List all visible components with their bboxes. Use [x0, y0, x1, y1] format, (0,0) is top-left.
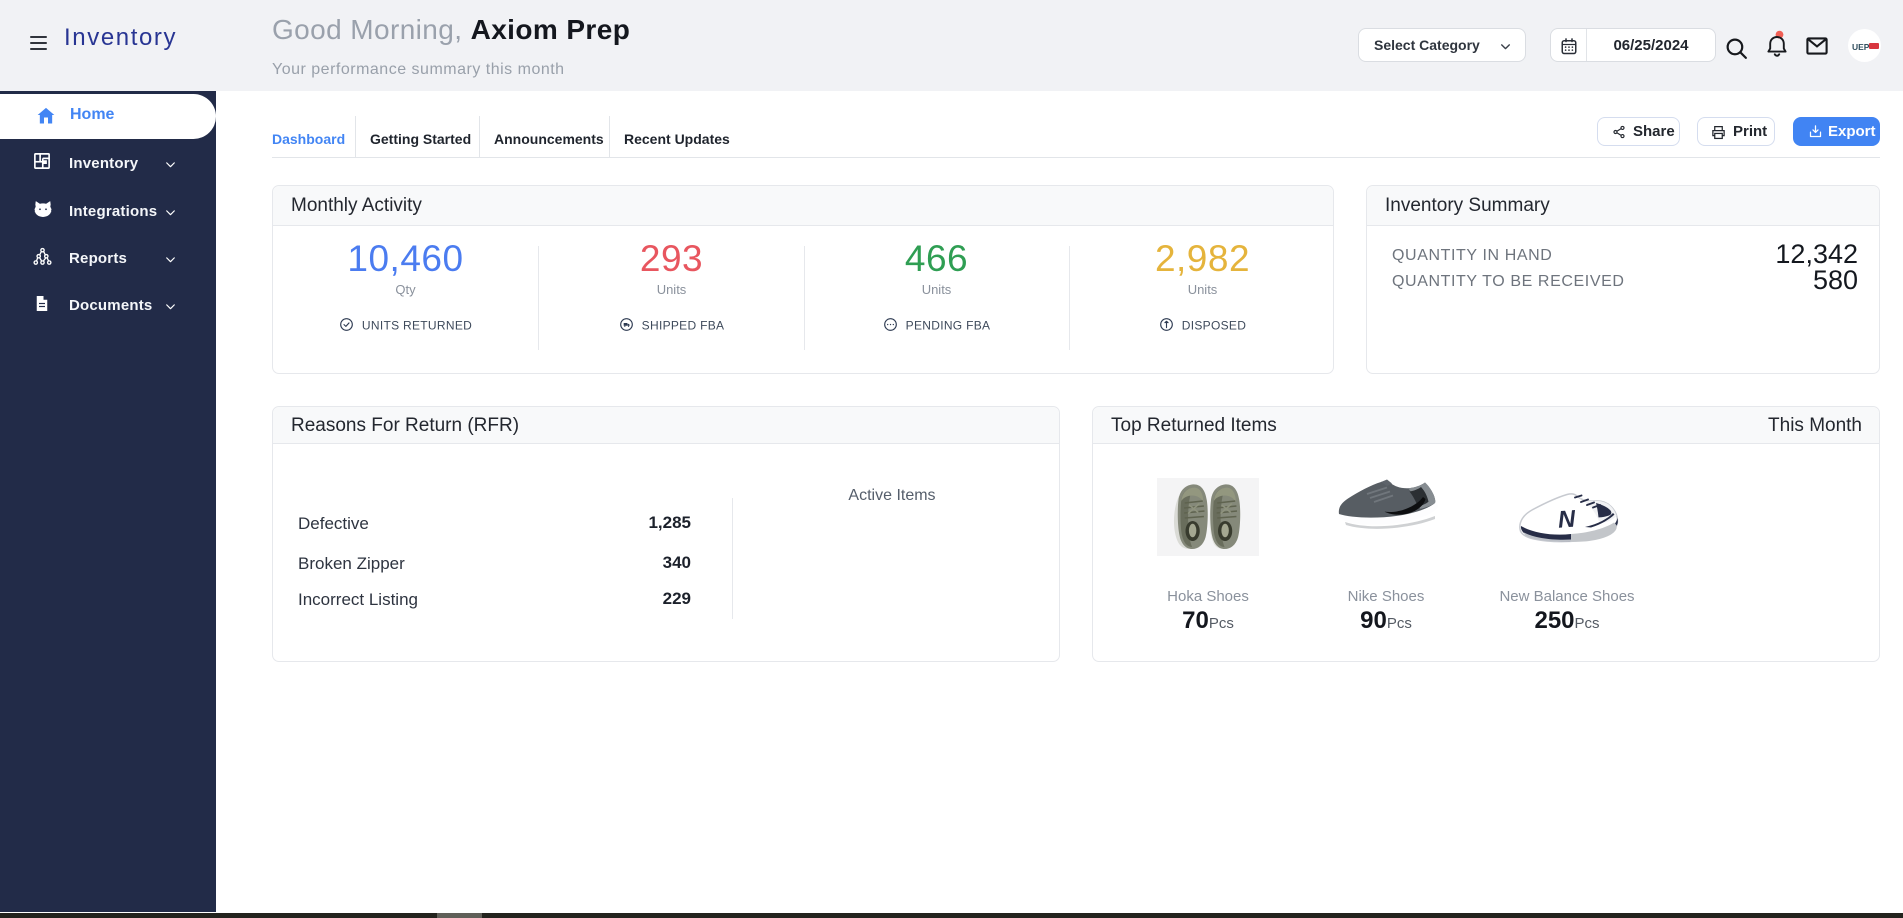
svg-text:N: N: [1557, 506, 1577, 534]
